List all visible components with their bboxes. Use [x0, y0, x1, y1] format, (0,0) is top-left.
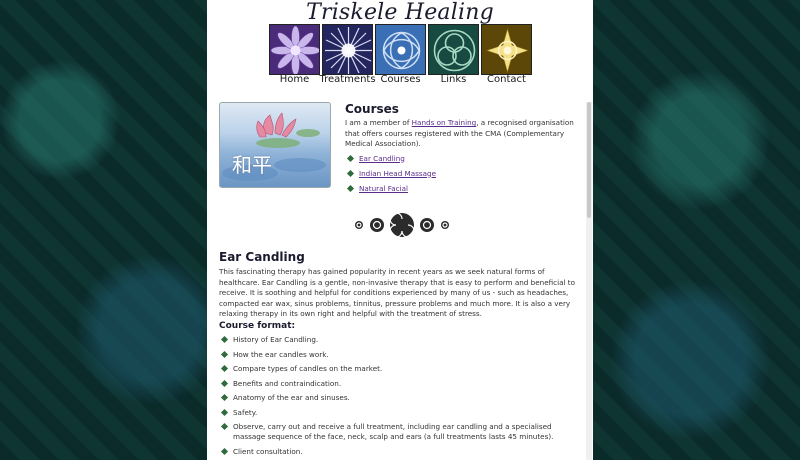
- list-item: Natural Facial: [345, 184, 577, 199]
- format-item-text: Safety.: [233, 407, 258, 417]
- nav-tile-courses: [375, 24, 426, 75]
- nav-tile-home: [269, 24, 320, 75]
- format-item-text: Client consultation.: [233, 446, 303, 456]
- courses-intro-text: I am a member of Hands on Training, a re…: [345, 118, 577, 150]
- content-scrollbar[interactable]: [586, 102, 592, 460]
- list-item: Compare types of candles on the market.: [219, 364, 579, 374]
- page-container: Triskele Healing Home Treatments Courses…: [207, 0, 593, 460]
- bullet-icon: [220, 379, 229, 387]
- list-item: Client consultation.: [219, 447, 579, 457]
- bullet-icon: [220, 393, 229, 402]
- format-item-text: How the ear candles work.: [233, 349, 329, 359]
- bullet-icon: [220, 335, 229, 344]
- course-link-ear-candling[interactable]: Ear Candling: [359, 154, 405, 163]
- nav-tile-contact: [481, 24, 532, 75]
- scrollbar-thumb[interactable]: [587, 102, 591, 218]
- lotus-image: 和平: [219, 102, 331, 188]
- format-item-text: Anatomy of the ear and sinuses.: [233, 393, 350, 402]
- nav-tile-treatments: [322, 24, 373, 75]
- nav-contact[interactable]: Contact: [481, 24, 532, 88]
- bullet-icon: [346, 154, 355, 162]
- site-title: Triskele Healing: [306, 0, 494, 25]
- bullet-icon: [346, 184, 355, 192]
- bullet-icon: [220, 408, 229, 416]
- bullet-icon: [220, 364, 229, 373]
- ear-candling-heading: Ear Candling: [219, 250, 305, 264]
- nav-tile-links: [428, 24, 479, 75]
- format-item-text: Observe, carry out and receive a full tr…: [233, 422, 554, 441]
- list-item: Benefits and contraindication.: [219, 379, 579, 389]
- course-format-list: History of Ear Candling. How the ear can…: [219, 335, 579, 460]
- courses-intro: Courses I am a member of Hands on Traini…: [345, 102, 577, 199]
- list-item: Ear Candling: [345, 154, 577, 169]
- courses-heading: Courses: [345, 102, 399, 116]
- course-format-heading: Course format:: [219, 321, 296, 331]
- list-item: How the ear candles work.: [219, 350, 579, 360]
- content-area: 和平 Courses I am a member of Hands on Tra…: [219, 102, 579, 460]
- list-item: Safety.: [219, 408, 579, 418]
- format-item-text: History of Ear Candling.: [233, 335, 319, 344]
- kanji-text: 和平: [232, 153, 272, 177]
- course-list: Ear Candling Indian Head Massage Natural…: [345, 154, 577, 199]
- hands-on-training-link[interactable]: Hands on Training: [412, 118, 477, 127]
- main-nav: Home Treatments Courses Links Contact: [269, 24, 532, 88]
- list-item: History of Ear Candling.: [219, 335, 579, 345]
- course-link-natural-facial[interactable]: Natural Facial: [359, 184, 408, 193]
- triskele-divider: [337, 212, 467, 238]
- bullet-icon: [220, 447, 229, 455]
- list-item: Anatomy of the ear and sinuses.: [219, 393, 579, 403]
- bullet-icon: [220, 350, 229, 358]
- bullet-icon: [346, 169, 355, 177]
- format-item-text: Benefits and contraindication.: [233, 378, 342, 388]
- bullet-icon: [220, 422, 229, 431]
- list-item: Indian Head Massage: [345, 169, 577, 184]
- format-item-text: Compare types of candles on the market.: [233, 364, 383, 373]
- course-link-indian-head-massage[interactable]: Indian Head Massage: [359, 169, 436, 178]
- list-item: Observe, carry out and receive a full tr…: [219, 422, 579, 442]
- nav-label-contact: Contact: [487, 74, 526, 85]
- intro-text-before: I am a member of: [345, 118, 412, 127]
- ear-candling-description: This fascinating therapy has gained popu…: [219, 267, 575, 318]
